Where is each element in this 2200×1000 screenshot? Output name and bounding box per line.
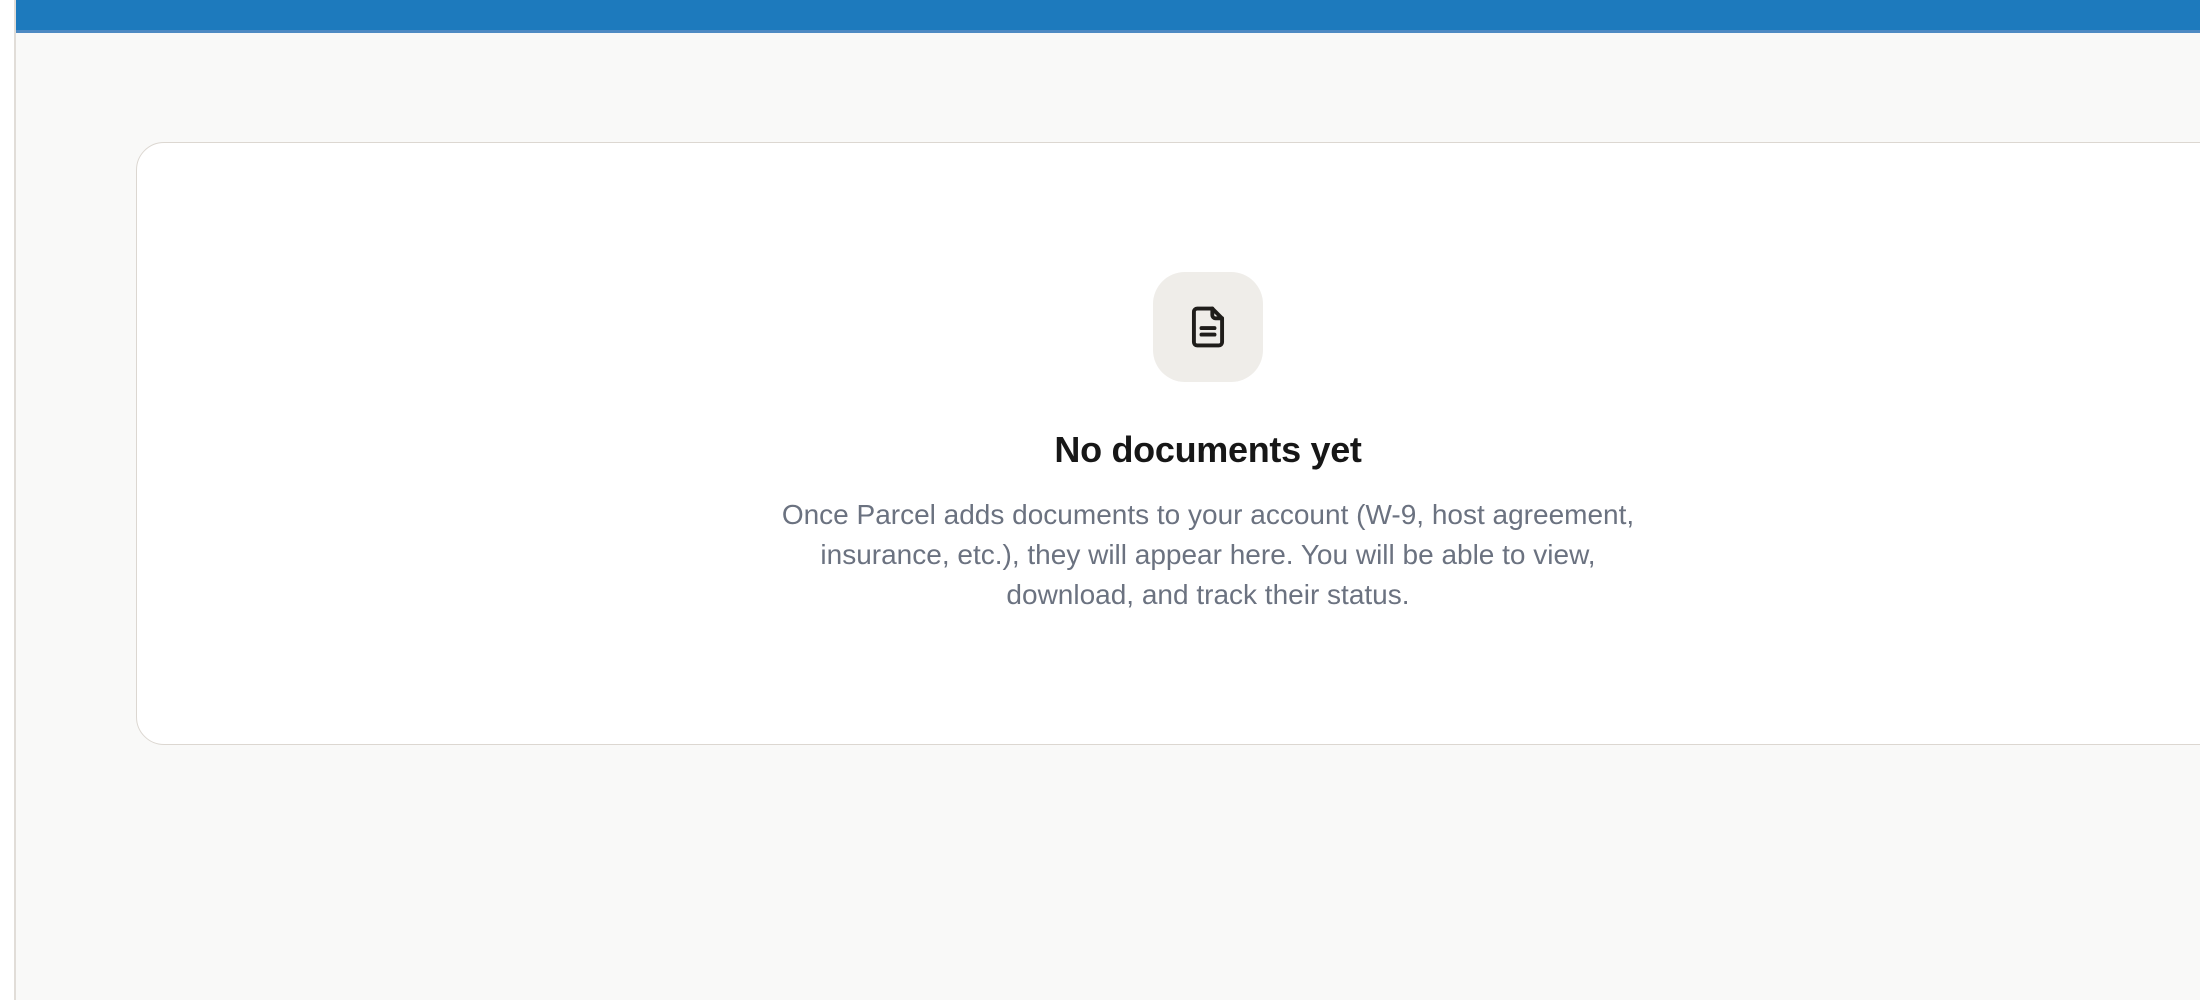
document-icon: [1182, 301, 1234, 353]
empty-state-description: Once Parcel adds documents to your accou…: [782, 495, 1634, 615]
description-line: insurance, etc.), they will appear here.…: [782, 535, 1634, 575]
top-accent-bar: [16, 0, 2200, 33]
left-gutter: [0, 0, 16, 1000]
documents-empty-state-card: No documents yet Once Parcel adds docume…: [136, 142, 2200, 745]
empty-state-title: No documents yet: [1054, 428, 1361, 471]
description-line: download, and track their status.: [782, 575, 1634, 615]
description-line: Once Parcel adds documents to your accou…: [782, 495, 1634, 535]
main-content-area: No documents yet Once Parcel adds docume…: [16, 0, 2200, 1000]
document-icon-tile: [1153, 272, 1263, 382]
